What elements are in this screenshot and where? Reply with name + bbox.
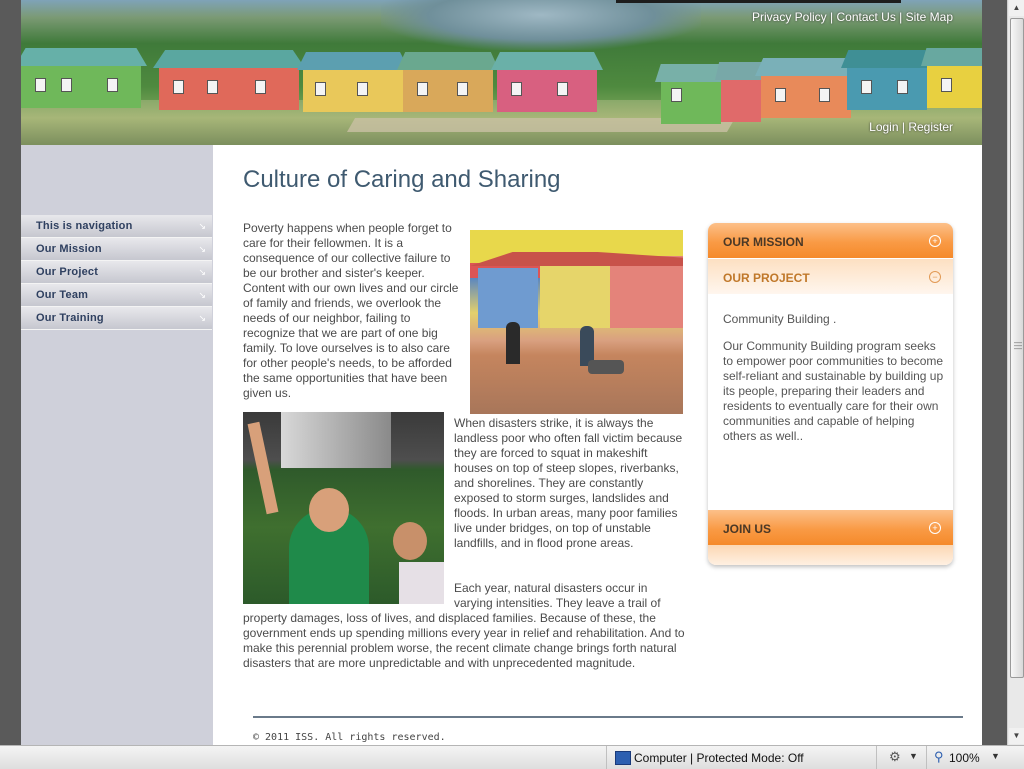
contact-us-link[interactable]: Contact Us (836, 10, 895, 24)
accordion-our-project[interactable]: OUR PROJECT − (708, 259, 953, 294)
vertical-scrollbar[interactable]: ▲ — — — ▼ (1007, 0, 1024, 745)
sidebar-item-label: Our Team (36, 289, 89, 301)
accordion-label: JOIN US (723, 522, 772, 536)
photo-house-pink (610, 256, 683, 328)
banner-house (921, 48, 982, 108)
sidebar-item-label: Our Project (36, 266, 99, 278)
photo-house-blue (478, 268, 538, 328)
web-page: Privacy Policy | Contact Us | Site Map L… (21, 0, 982, 745)
photo-raised-arm (247, 421, 279, 515)
chevron-down-icon: ▼ (909, 751, 918, 761)
minus-icon: − (929, 271, 941, 283)
header-banner: Privacy Policy | Contact Us | Site Map L… (21, 0, 982, 145)
arrow-icon: ↘ (198, 290, 206, 300)
page-title: Culture of Caring and Sharing (243, 166, 561, 193)
sidebar-item-navigation[interactable]: This is navigation ↘ (21, 215, 212, 238)
colorful-houses-photo (470, 230, 683, 414)
project-description: Our Community Building program seeks to … (723, 339, 944, 443)
status-zone-segment: Computer | Protected Mode: Off (606, 746, 877, 769)
banner-house (491, 52, 603, 112)
banner-house (297, 52, 409, 112)
photo-roofs (470, 252, 683, 266)
site-map-link[interactable]: Site Map (906, 10, 953, 24)
header-utility-links: Privacy Policy | Contact Us | Site Map (752, 10, 953, 24)
sidebar-nav: This is navigation ↘ Our Mission ↘ Our Pro… (21, 215, 212, 330)
photo-child-face (393, 522, 427, 560)
header-account-links: Login | Register (869, 120, 953, 134)
info-accordion: OUR MISSION + OUR PROJECT − Community Bu… (708, 223, 953, 565)
sidebar: This is navigation ↘ Our Mission ↘ Our Pro… (21, 145, 213, 745)
accordion-footer (708, 545, 953, 565)
accordion-join-us[interactable]: JOIN US + (708, 510, 953, 545)
photo-child-shirt (399, 562, 444, 604)
sidebar-item-label: Our Training (36, 312, 104, 324)
disaster-paragraph: When disasters strike, it is always the … (454, 416, 683, 550)
sidebar-item-label: This is navigation (36, 220, 133, 232)
link-separator: | (895, 10, 906, 24)
volunteers-photo (243, 412, 444, 604)
status-zoom-segment[interactable]: ⚲ 100% ▼ (926, 746, 1007, 769)
arrow-icon: ↘ (198, 267, 206, 277)
scroll-thumb[interactable]: — — — (1010, 18, 1024, 678)
zone-status-text: Computer | Protected Mode: Off (634, 751, 804, 765)
computer-zone-icon (615, 751, 631, 765)
accordion-label: OUR MISSION (723, 235, 804, 249)
zoom-icon: ⚲ (934, 749, 944, 764)
sidebar-item-our-training[interactable]: Our Training ↘ (21, 307, 212, 330)
sidebar-item-our-project[interactable]: Our Project ↘ (21, 261, 212, 284)
accordion-our-mission[interactable]: OUR MISSION + (708, 223, 953, 258)
privacy-policy-link[interactable]: Privacy Policy (752, 10, 827, 24)
accordion-label: OUR PROJECT (723, 271, 810, 285)
sidebar-item-label: Our Mission (36, 243, 102, 255)
banner-house (655, 64, 727, 124)
banner-house (841, 50, 933, 110)
scroll-up-button[interactable]: ▲ (1009, 0, 1024, 16)
footer-divider (253, 716, 963, 718)
photo-background-print (281, 412, 391, 468)
banner-mountain (381, 0, 701, 50)
browser-viewport: Privacy Policy | Contact Us | Site Map L… (0, 0, 1007, 745)
grip-icon: — — — (1014, 338, 1022, 353)
chevron-down-icon: ▼ (991, 751, 1000, 761)
banner-house (153, 50, 305, 110)
plus-icon: + (929, 235, 941, 247)
status-security-segment[interactable]: ⚙ ▼ (876, 746, 927, 769)
login-link[interactable]: Login (869, 120, 898, 134)
plus-icon: + (929, 522, 941, 534)
photo-person (506, 322, 520, 364)
link-separator: | (898, 120, 909, 134)
register-link[interactable]: Register (908, 120, 953, 134)
climate-paragraph-start: Each year, natural disasters occur in va… (454, 581, 661, 610)
banner-house (755, 58, 857, 118)
photo-house-yellow (540, 262, 610, 328)
arrow-icon: ↘ (198, 313, 206, 323)
arrow-icon: ↘ (198, 221, 206, 231)
sidebar-item-our-mission[interactable]: Our Mission ↘ (21, 238, 212, 261)
link-separator: | (826, 10, 837, 24)
zoom-level: 100% (949, 751, 980, 765)
sidebar-item-our-team[interactable]: Our Team ↘ (21, 284, 212, 307)
banner-dark-strip (616, 0, 901, 3)
banner-house (397, 52, 499, 112)
intro-paragraph: Poverty happens when people forget to ca… (243, 221, 459, 400)
climate-paragraph: property damages, loss of lives, and dis… (243, 611, 685, 670)
banner-house (21, 48, 147, 108)
banner-house (715, 62, 767, 122)
scroll-down-button[interactable]: ▼ (1009, 728, 1024, 744)
copyright-text: © 2011 ISS. All rights reserved. (253, 732, 446, 743)
photo-wheelbarrow (588, 360, 624, 374)
photo-volunteer-face (309, 488, 349, 532)
security-icon: ⚙ (889, 749, 901, 764)
arrow-icon: ↘ (198, 244, 206, 254)
browser-status-bar: Computer | Protected Mode: Off ⚙ ▼ ⚲ 100… (0, 745, 1024, 769)
project-heading: Community Building . (723, 312, 837, 326)
